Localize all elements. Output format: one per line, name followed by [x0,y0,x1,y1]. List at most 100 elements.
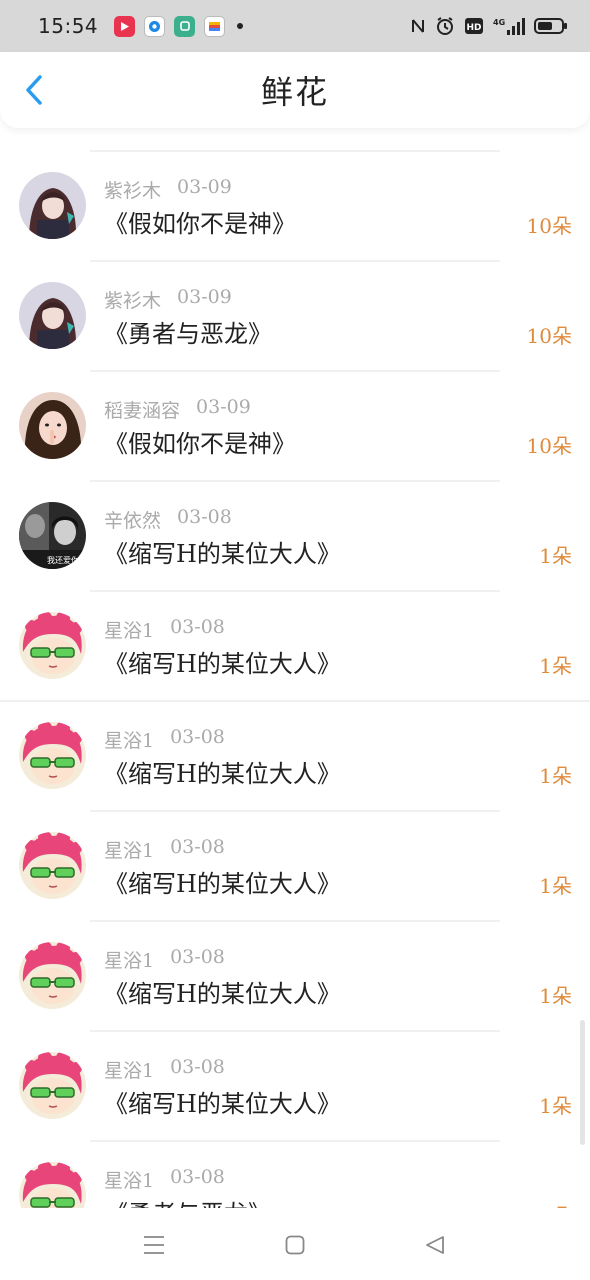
record-meta: 辛依然 03-08 [104,506,232,533]
flower-count: 1朵 [539,874,572,898]
work-title[interactable]: 《假如你不是神》 [104,204,296,239]
flower-count: 10朵 [526,214,572,238]
flower-count: 10朵 [526,324,572,348]
record-meta: 星浴1 03-08 [104,1056,225,1083]
battery-icon [534,18,567,34]
record-date: 03-08 [170,616,225,638]
record-date: 03-09 [177,176,232,198]
work-title[interactable]: 《缩写H的某位大人》 [104,644,341,679]
avatar[interactable] [19,392,86,459]
record-meta: 星浴1 03-08 [104,946,225,973]
record-meta: 紫衫木 03-09 [104,176,232,203]
record-date: 03-09 [196,396,251,418]
flower-count: 1朵 [539,984,572,1008]
flower-count: 1朵 [539,544,572,568]
username[interactable]: 星浴1 [104,1056,154,1083]
hd-icon: HD [465,18,483,34]
username[interactable]: 星浴1 [104,616,154,643]
record-meta: 稻妻涵容 03-09 [104,396,251,423]
avatar[interactable] [19,282,86,349]
flower-record-list[interactable]: 紫衫木 03-09 《假如你不是神》 10朵 紫衫木 03-09 《勇者与恶龙》… [0,150,590,1208]
scrollbar[interactable] [580,1020,585,1145]
work-title[interactable]: 《缩写H的某位大人》 [104,754,341,789]
green-app-icon [174,15,196,37]
flower-count: 1朵 [539,764,572,788]
username[interactable]: 紫衫木 [104,286,161,313]
avatar[interactable] [19,1162,86,1208]
username[interactable]: 辛依然 [104,506,161,533]
username[interactable]: 星浴1 [104,1166,154,1193]
page-title: 鲜花 [260,73,329,111]
avatar[interactable] [19,172,86,239]
back-nav-button[interactable] [418,1228,452,1262]
avatar[interactable] [19,832,86,899]
avatar-caption: 我还爱你 [47,555,79,565]
svg-text:4G: 4G [493,18,505,27]
flower-count: 1朵 [539,654,572,678]
work-title[interactable]: 《假如你不是神》 [104,424,296,459]
back-triangle-icon [426,1236,444,1254]
list-item[interactable]: 星浴1 03-08 《缩写H的某位大人》 1朵 [0,702,590,812]
system-nav-bar [0,1208,590,1280]
work-title[interactable]: 《勇者与恶龙》 [104,1194,272,1208]
username[interactable]: 稻妻涵容 [104,396,180,423]
work-title[interactable]: 《缩写H的某位大人》 [104,1084,341,1119]
status-indicators: HD 4G [410,16,568,36]
4g-signal-icon: 4G [493,18,525,35]
status-time: 15:54 [38,14,99,38]
record-date: 03-09 [177,286,232,308]
app-header: 鲜花 [0,52,590,128]
colorful-app-icon [204,15,226,37]
record-date: 03-08 [170,946,225,968]
record-meta: 紫衫木 03-09 [104,286,232,313]
svg-text:HD: HD [466,23,481,33]
blue-circle-app-icon [144,15,166,37]
list-item[interactable]: 我还爱你 辛依然 03-08 《缩写H的某位大人》 1朵 [0,482,590,592]
list-item[interactable]: 星浴1 03-08 《缩写H的某位大人》 1朵 [0,922,590,1032]
record-date: 03-08 [170,1166,225,1188]
home-square-icon [285,1235,305,1255]
list-item[interactable]: 紫衫木 03-09 《勇者与恶龙》 10朵 [0,262,590,372]
nfc-icon [412,19,424,33]
avatar[interactable] [19,1052,86,1119]
list-item[interactable]: 星浴1 03-08 《缩写H的某位大人》 1朵 [0,1032,590,1142]
flower-count: 1朵 [539,1094,572,1118]
back-button[interactable] [14,68,54,112]
record-meta: 星浴1 03-08 [104,1166,225,1193]
avatar[interactable] [19,722,86,789]
home-button[interactable] [278,1228,312,1262]
list-item[interactable]: 紫衫木 03-09 《假如你不是神》 10朵 [0,152,590,262]
flower-count: 10朵 [526,434,572,458]
avatar[interactable] [19,612,86,679]
avatar[interactable] [19,942,86,1009]
alarm-icon [437,17,453,35]
list-item[interactable]: 稻妻涵容 03-09 《假如你不是神》 10朵 [0,372,590,482]
username[interactable]: 星浴1 [104,946,154,973]
record-meta: 星浴1 03-08 [104,726,225,753]
more-notifications-dot [237,23,244,29]
work-title[interactable]: 《勇者与恶龙》 [104,314,272,349]
menu-icon [144,1236,164,1254]
record-meta: 星浴1 03-08 [104,616,225,643]
list-item[interactable]: 星浴1 03-08 《勇者与恶龙》 1朵 [0,1142,590,1208]
flower-count: 1朵 [539,1200,572,1208]
record-date: 03-08 [170,1056,225,1078]
status-bar: 15:54 HD 4G [0,0,590,52]
list-item[interactable]: 星浴1 03-08 《缩写H的某位大人》 1朵 [0,592,590,702]
notification-app-icons [114,15,226,37]
avatar[interactable]: 我还爱你 [19,502,86,569]
record-date: 03-08 [170,726,225,748]
record-date: 03-08 [170,836,225,858]
record-date: 03-08 [177,506,232,528]
list-item[interactable]: 星浴1 03-08 《缩写H的某位大人》 1朵 [0,812,590,922]
red-video-app-icon [114,15,136,37]
chevron-left-icon [26,75,42,105]
record-meta: 星浴1 03-08 [104,836,225,863]
work-title[interactable]: 《缩写H的某位大人》 [104,534,341,569]
username[interactable]: 星浴1 [104,726,154,753]
work-title[interactable]: 《缩写H的某位大人》 [104,974,341,1009]
work-title[interactable]: 《缩写H的某位大人》 [104,864,341,899]
username[interactable]: 紫衫木 [104,176,161,203]
username[interactable]: 星浴1 [104,836,154,863]
menu-button[interactable] [137,1228,171,1262]
